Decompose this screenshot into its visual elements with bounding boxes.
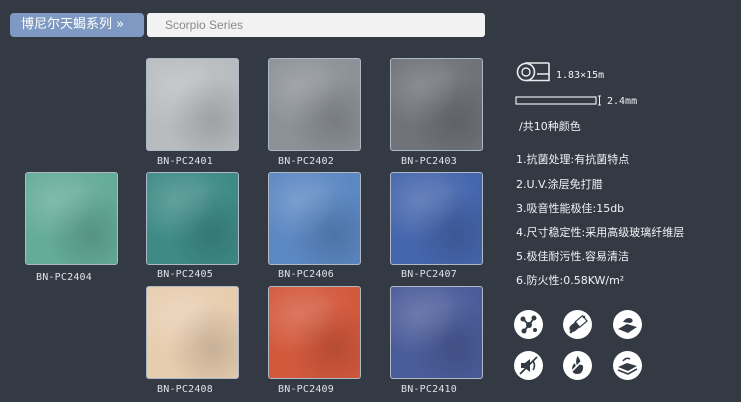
swatch-code: BN-PC2406	[278, 269, 334, 280]
swatch-code: BN-PC2409	[278, 384, 334, 395]
feature-item: 4.尺寸稳定性:采用高级玻璃纤维层	[516, 226, 685, 239]
swatch-bn-pc2408[interactable]	[146, 286, 239, 379]
thickness-icon	[515, 95, 601, 106]
feature-item: 5.极佳耐污性.容易清洁	[516, 250, 629, 263]
series-name-field: Scorpio Series	[147, 13, 485, 37]
swatch-code: BN-PC2405	[157, 269, 213, 280]
swatch-bn-pc2404[interactable]	[25, 172, 118, 265]
feature-item: 3.吸音性能极佳:15db	[516, 202, 625, 215]
swatch-code: BN-PC2410	[401, 384, 457, 395]
swatch-bn-pc2405[interactable]	[146, 172, 239, 265]
flooring-layers-icon[interactable]	[613, 351, 642, 380]
swatch-code: BN-PC2402	[278, 156, 334, 167]
feature-item: 6.防火性:0.58KW/m²	[516, 274, 625, 287]
thickness-value: 2.4mm	[607, 96, 638, 107]
swatch-code: BN-PC2408	[157, 384, 213, 395]
no-sound-icon[interactable]	[514, 351, 543, 380]
swatch-code: BN-PC2401	[157, 156, 213, 167]
fire-safety-icon[interactable]	[563, 351, 592, 380]
swatch-bn-pc2402[interactable]	[268, 58, 361, 151]
pill-capsule-icon[interactable]	[563, 310, 592, 339]
swatch-code: BN-PC2403	[401, 156, 457, 167]
swatch-bn-pc2407[interactable]	[390, 172, 483, 265]
feature-item: 1.抗菌处理:有抗菌特点	[516, 153, 630, 166]
swatch-code: BN-PC2404	[36, 272, 92, 283]
swatch-bn-pc2409[interactable]	[268, 286, 361, 379]
swatch-bn-pc2406[interactable]	[268, 172, 361, 265]
series-tab[interactable]: 博尼尔天蝎系列 »	[10, 13, 144, 37]
swatch-bn-pc2401[interactable]	[146, 58, 239, 151]
swatch-bn-pc2403[interactable]	[390, 58, 483, 151]
floor-cleaning-icon[interactable]	[613, 310, 642, 339]
feature-item: 2.U.V.涂层免打腊	[516, 178, 603, 191]
swatch-bn-pc2410[interactable]	[390, 286, 483, 379]
roll-icon	[516, 62, 550, 82]
molecule-icon[interactable]	[514, 310, 543, 339]
color-count: /共10种颜色	[519, 120, 581, 133]
swatch-code: BN-PC2407	[401, 269, 457, 280]
roll-size: 1.83×15m	[556, 70, 605, 81]
